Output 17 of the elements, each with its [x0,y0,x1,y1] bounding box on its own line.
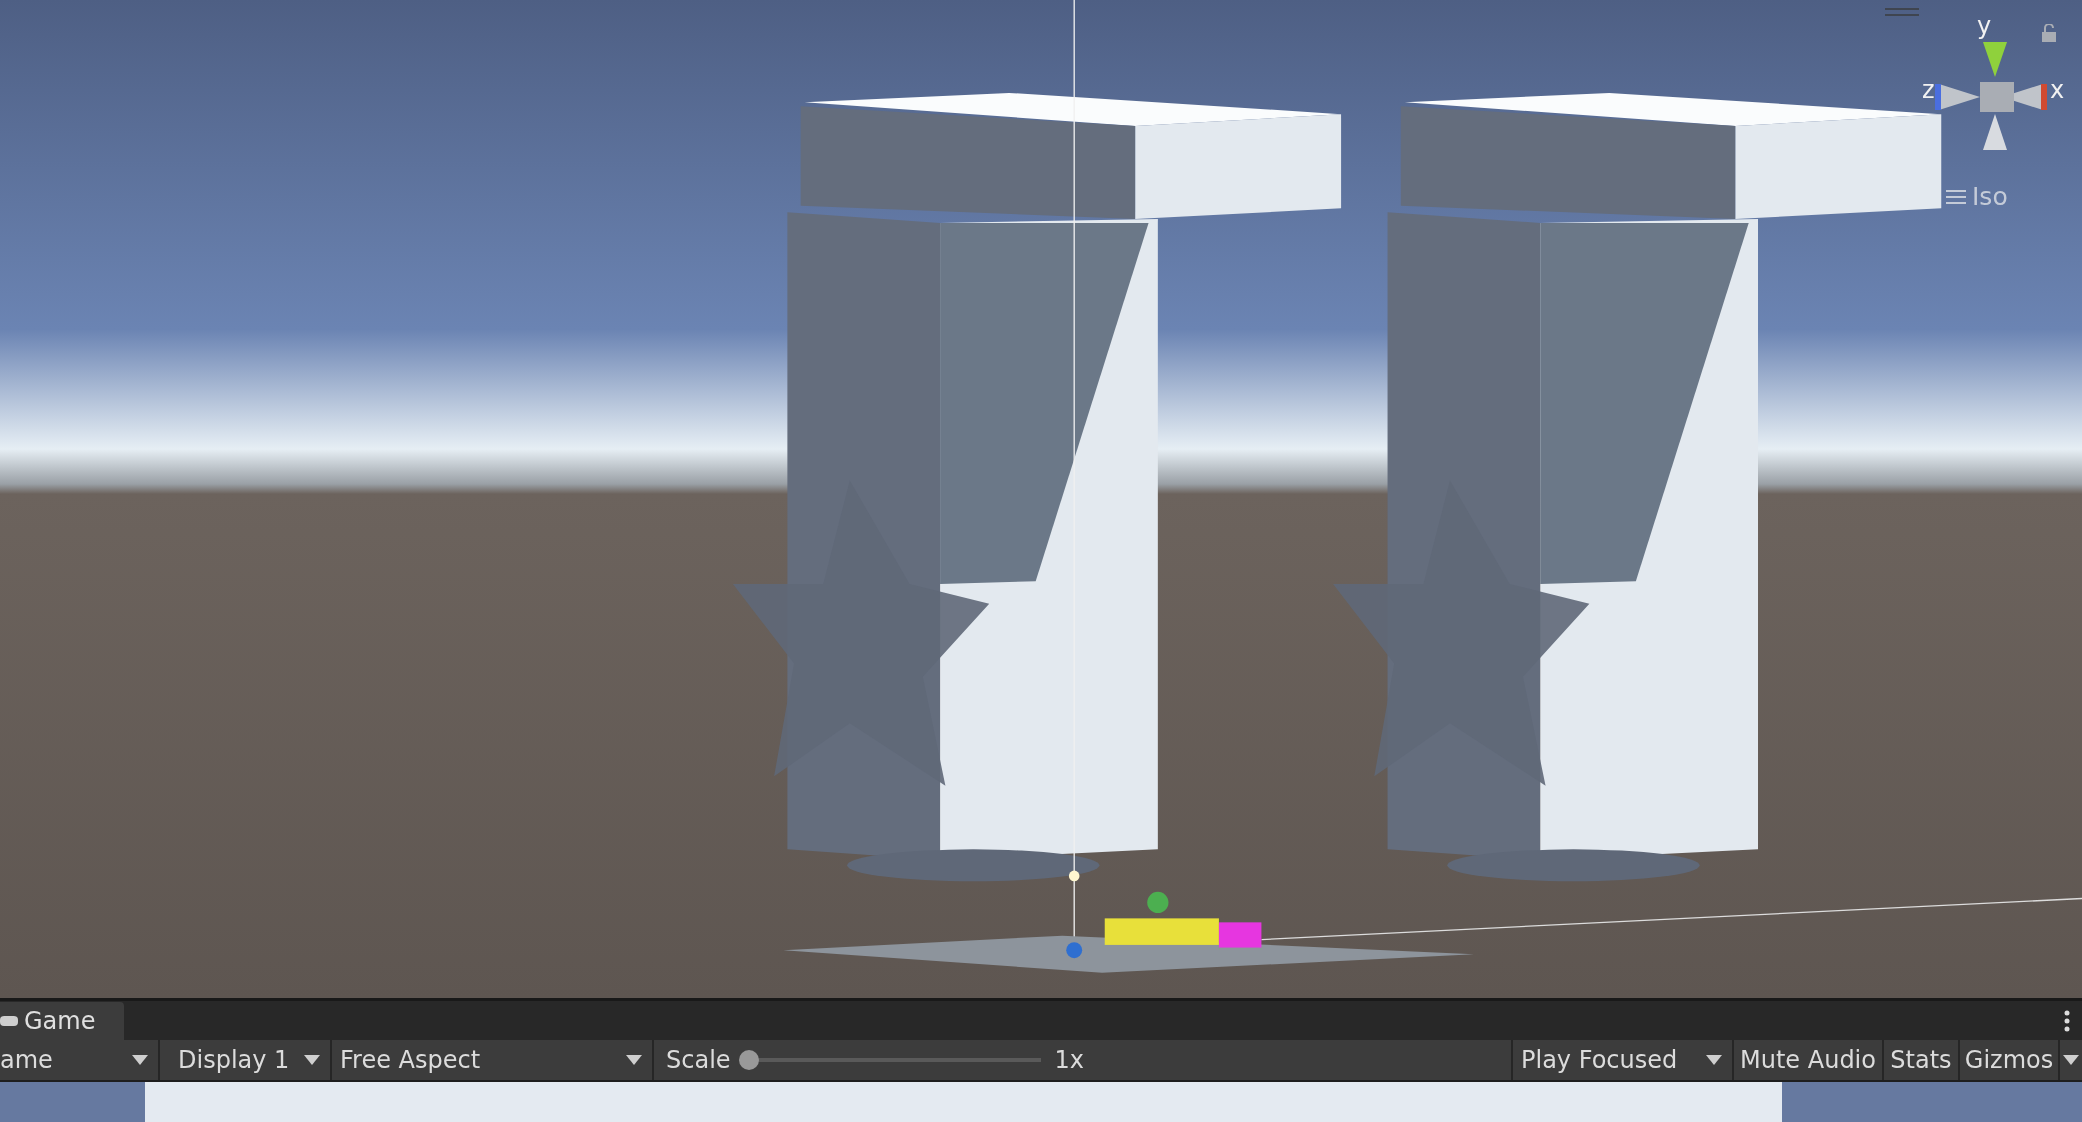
display-dropdown[interactable]: Display 1 [160,1040,332,1080]
axis-label: z [1922,78,1935,102]
caret-icon [626,1055,642,1065]
caret-icon [304,1055,320,1065]
caret-icon [2063,1055,2079,1065]
axis-label: y [1977,14,1992,38]
view-dropdown[interactable]: ame [0,1040,160,1080]
lock-icon[interactable] [2041,24,2057,42]
scale-control[interactable]: Scale 1x [654,1040,1513,1080]
menu-icon [1946,188,1966,205]
caret-icon [132,1055,148,1065]
aspect-dropdown[interactable]: Free Aspect [332,1040,654,1080]
axis-label: x [2050,78,2065,102]
caret-icon [1706,1055,1722,1065]
more-options-icon[interactable] [2064,1010,2070,1032]
orientation-gizmo-drawing[interactable] [1935,42,2047,150]
panel-tab[interactable]: Game [0,1002,124,1040]
